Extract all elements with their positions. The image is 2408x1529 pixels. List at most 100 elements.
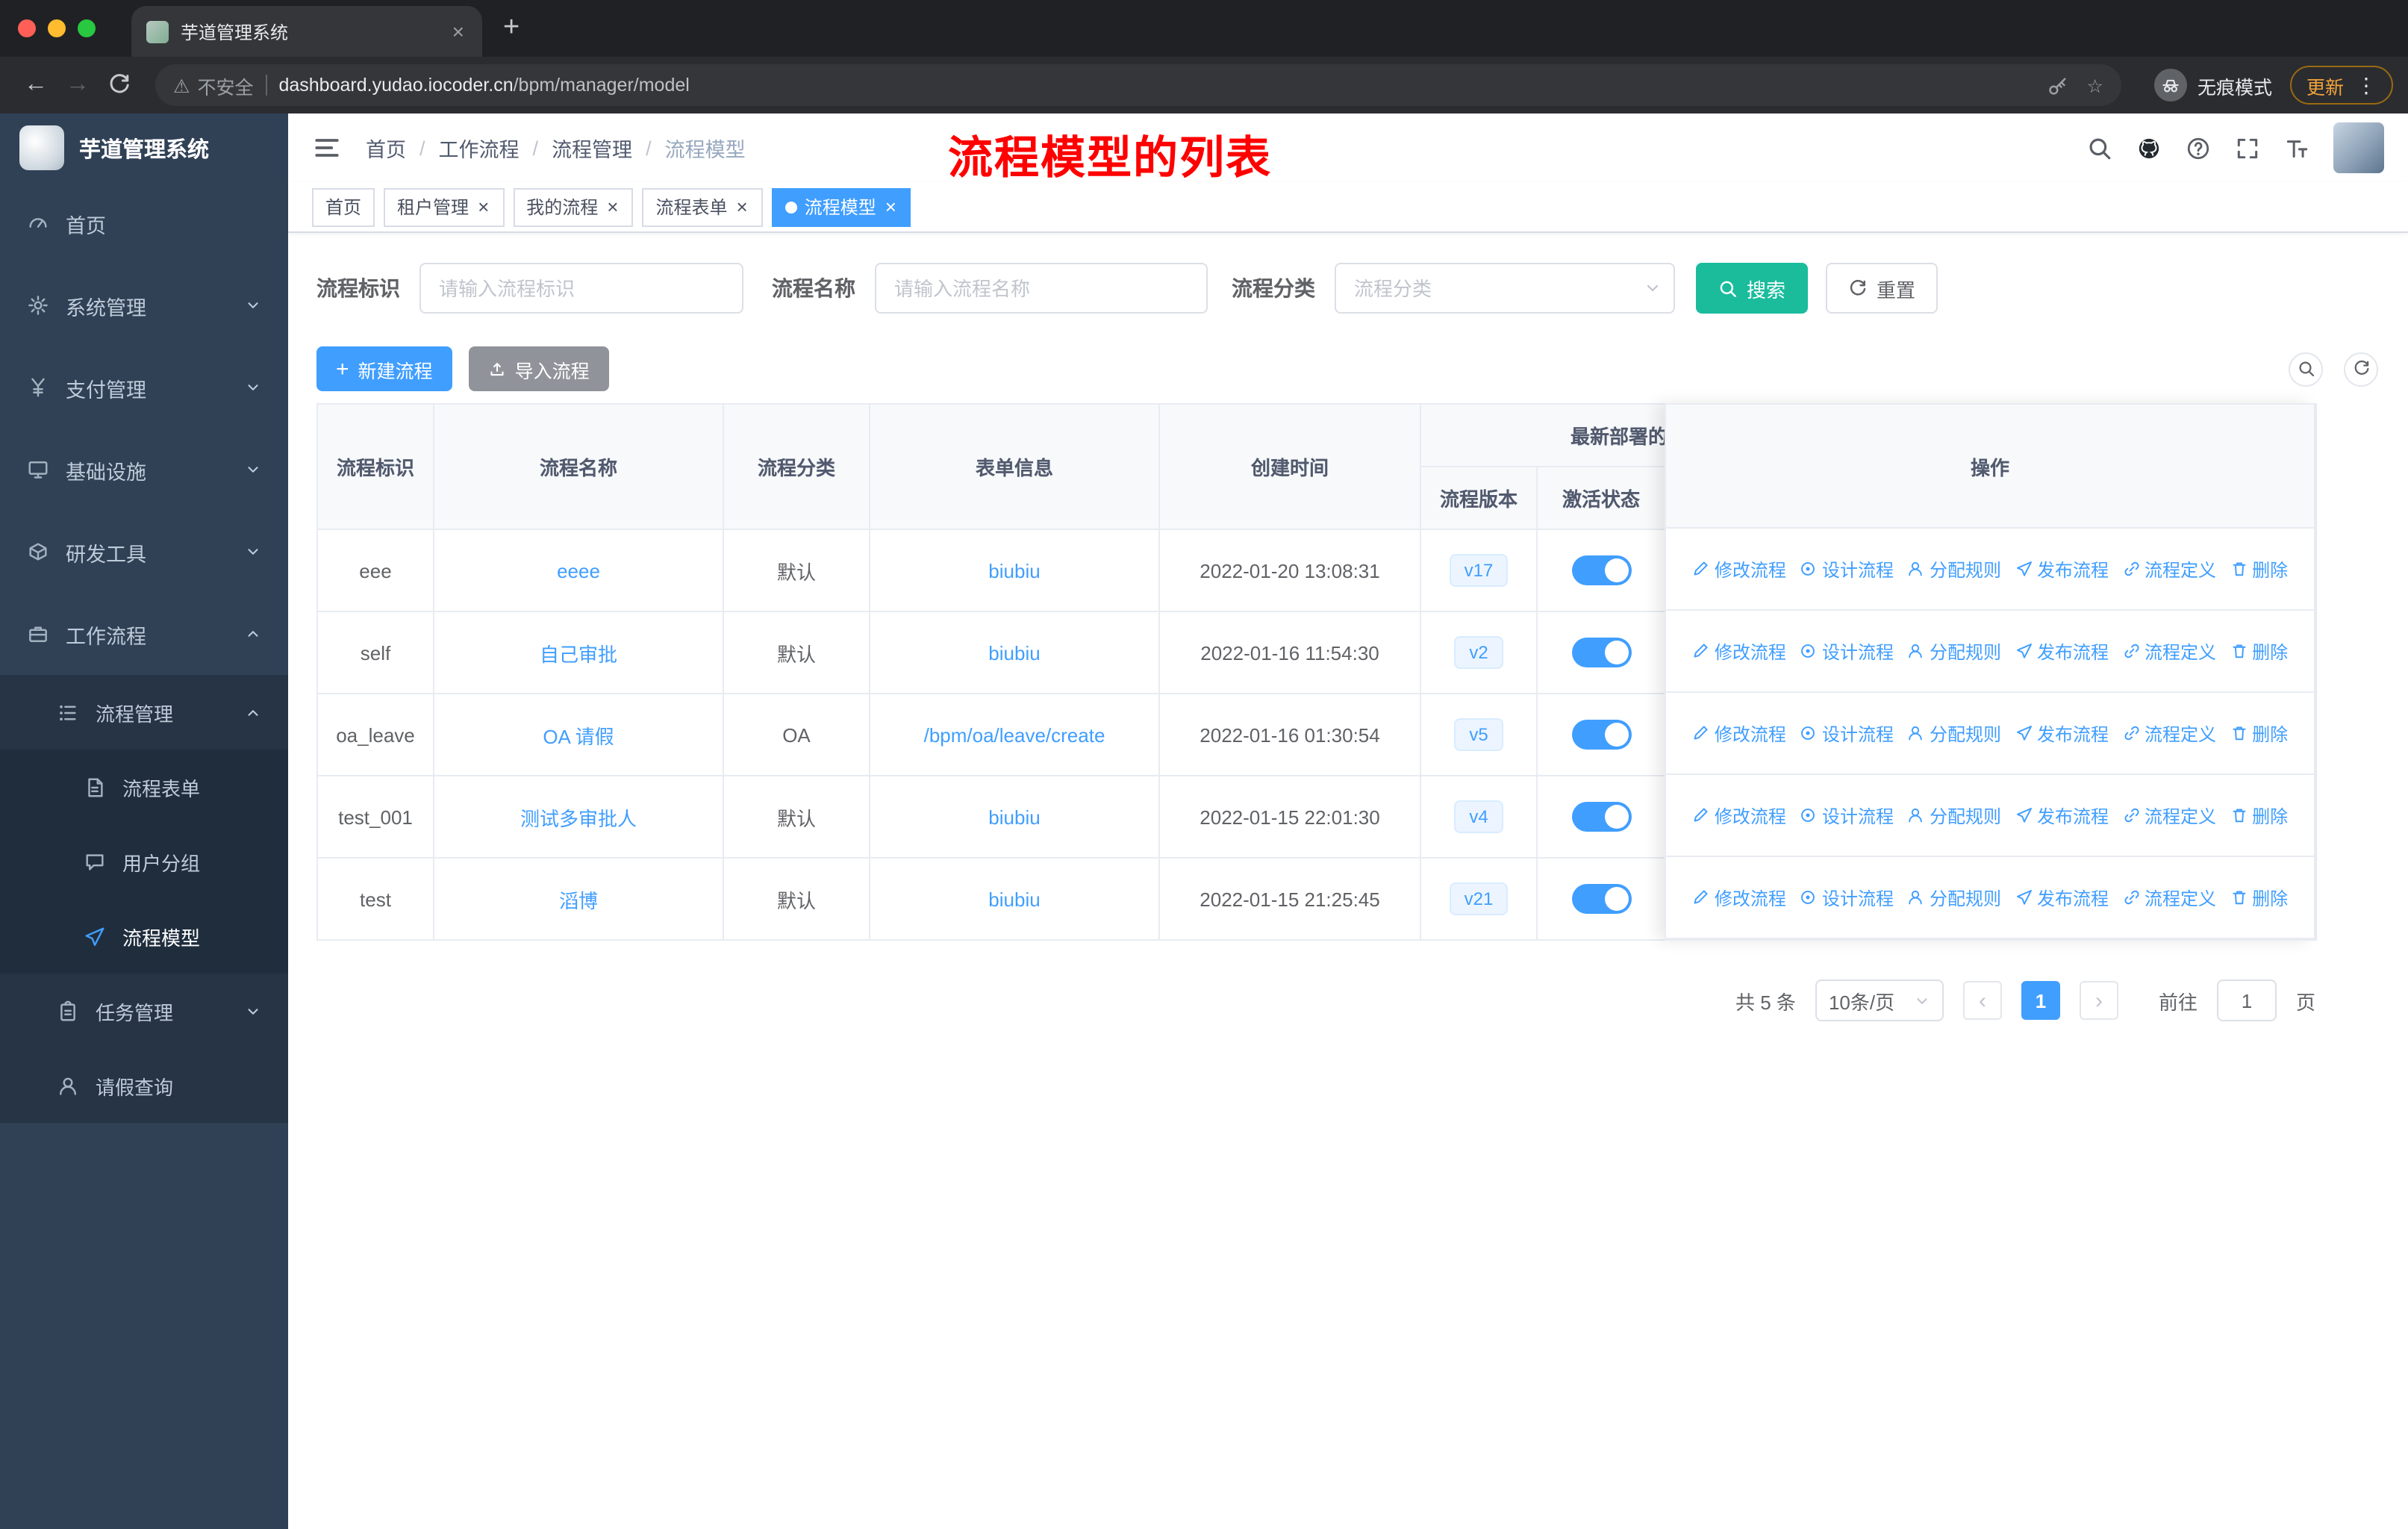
breadcrumb-item[interactable]: 首页 <box>366 133 406 163</box>
sidebar-item-home[interactable]: 首页 <box>0 182 288 264</box>
sidebar-item-payment[interactable]: 支付管理 <box>0 346 288 429</box>
breadcrumb-item[interactable]: 工作流程 <box>439 133 520 163</box>
process-name-input[interactable] <box>875 263 1208 314</box>
sidebar-item-system[interactable]: 系统管理 <box>0 264 288 346</box>
delete-process-link[interactable]: 删除 <box>2230 885 2288 910</box>
category-select-input[interactable] <box>1335 263 1675 314</box>
design-process-link[interactable]: 设计流程 <box>1800 885 1894 910</box>
tag-tenant[interactable]: 租户管理 × <box>384 187 505 226</box>
process-definition-link[interactable]: 流程定义 <box>2122 720 2216 746</box>
form-link[interactable]: biubiu <box>988 806 1040 828</box>
delete-process-link[interactable]: 删除 <box>2230 638 2288 664</box>
breadcrumb-item[interactable]: 流程管理 <box>552 133 632 163</box>
process-definition-link[interactable]: 流程定义 <box>2122 885 2216 910</box>
sidebar-item-user-group[interactable]: 用户分组 <box>0 824 288 899</box>
back-button[interactable]: ← <box>15 64 57 106</box>
sidebar-item-process-form[interactable]: 流程表单 <box>0 750 288 824</box>
search-button[interactable]: 搜索 <box>1696 263 1809 314</box>
edit-process-link[interactable]: 修改流程 <box>1692 720 1786 746</box>
design-process-link[interactable]: 设计流程 <box>1800 638 1894 664</box>
sidebar-item-process-manage[interactable]: 流程管理 <box>0 675 288 750</box>
sidebar-item-task-manage[interactable]: 任务管理 <box>0 974 288 1048</box>
delete-process-link[interactable]: 删除 <box>2230 803 2288 828</box>
goto-page-input[interactable] <box>2216 980 2277 1021</box>
assign-rule-link[interactable]: 分配规则 <box>1907 803 2001 828</box>
edit-process-link[interactable]: 修改流程 <box>1692 885 1786 910</box>
reload-button[interactable] <box>99 64 140 106</box>
form-link[interactable]: biubiu <box>988 888 1040 910</box>
new-tab-button[interactable]: + <box>503 12 520 45</box>
help-icon[interactable] <box>2186 135 2211 161</box>
assign-rule-link[interactable]: 分配规则 <box>1907 885 2001 910</box>
minimize-window-button[interactable] <box>48 19 66 37</box>
close-icon[interactable]: × <box>735 197 749 217</box>
publish-process-link[interactable]: 发布流程 <box>2015 638 2109 664</box>
publish-process-link[interactable]: 发布流程 <box>2015 885 2109 910</box>
design-process-link[interactable]: 设计流程 <box>1800 556 1894 582</box>
close-icon[interactable]: × <box>605 197 620 217</box>
close-window-button[interactable] <box>18 19 36 37</box>
edit-process-link[interactable]: 修改流程 <box>1692 638 1786 664</box>
sidebar-item-process-model[interactable]: 流程模型 <box>0 899 288 974</box>
browser-menu-icon[interactable]: ⋮ <box>2356 72 2377 98</box>
process-name-link[interactable]: 滔博 <box>559 889 598 912</box>
tag-home[interactable]: 首页 <box>312 187 375 226</box>
design-process-link[interactable]: 设计流程 <box>1800 720 1894 746</box>
address-bar[interactable]: ⚠ 不安全 dashboard.yudao.iocoder.cn/bpm/man… <box>155 64 2121 106</box>
page-number-current[interactable]: 1 <box>2021 981 2060 1020</box>
delete-process-link[interactable]: 删除 <box>2230 556 2288 582</box>
sidebar-item-infrastructure[interactable]: 基础设施 <box>0 429 288 511</box>
bookmark-star-icon[interactable]: ☆ <box>2087 74 2103 96</box>
key-icon[interactable] <box>2047 74 2069 96</box>
browser-update-button[interactable]: 更新 ⋮ <box>2289 66 2393 105</box>
process-name-link[interactable]: 自己审批 <box>540 643 617 665</box>
import-process-button[interactable]: 导入流程 <box>468 346 609 391</box>
toggle-search-button[interactable] <box>2289 352 2323 386</box>
active-toggle[interactable] <box>1571 802 1631 832</box>
font-size-icon[interactable] <box>2284 135 2309 161</box>
zoom-window-button[interactable] <box>78 19 96 37</box>
category-select[interactable] <box>1335 263 1675 314</box>
process-name-link[interactable]: eeee <box>557 559 600 582</box>
tag-process-form[interactable]: 流程表单 × <box>642 187 763 226</box>
publish-process-link[interactable]: 发布流程 <box>2015 803 2109 828</box>
tag-process-model[interactable]: 流程模型 × <box>771 187 911 226</box>
assign-rule-link[interactable]: 分配规则 <box>1907 720 2001 746</box>
browser-tab[interactable]: 芋道管理系统 × <box>131 6 482 57</box>
sidebar-item-leave-query[interactable]: 请假查询 <box>0 1048 288 1123</box>
tag-my-process[interactable]: 我的流程 × <box>513 187 634 226</box>
next-page-button[interactable]: › <box>2079 981 2118 1020</box>
process-definition-link[interactable]: 流程定义 <box>2122 556 2216 582</box>
prev-page-button[interactable]: ‹ <box>1962 981 2002 1020</box>
form-link[interactable]: /bpm/oa/leave/create <box>924 723 1105 746</box>
form-link[interactable]: biubiu <box>988 559 1040 582</box>
assign-rule-link[interactable]: 分配规则 <box>1907 556 2001 582</box>
assign-rule-link[interactable]: 分配规则 <box>1907 638 2001 664</box>
forward-button[interactable]: → <box>57 64 99 106</box>
tab-close-icon[interactable]: × <box>449 19 467 43</box>
close-icon[interactable]: × <box>884 197 898 217</box>
close-icon[interactable]: × <box>476 197 490 217</box>
search-icon[interactable] <box>2087 135 2112 161</box>
create-process-button[interactable]: + 新建流程 <box>316 346 452 391</box>
reset-button[interactable]: 重置 <box>1826 263 1938 314</box>
collapse-sidebar-icon[interactable] <box>312 133 342 163</box>
delete-process-link[interactable]: 删除 <box>2230 720 2288 746</box>
process-definition-link[interactable]: 流程定义 <box>2122 803 2216 828</box>
publish-process-link[interactable]: 发布流程 <box>2015 720 2109 746</box>
active-toggle[interactable] <box>1571 555 1631 585</box>
process-name-link[interactable]: 测试多审批人 <box>520 807 637 829</box>
design-process-link[interactable]: 设计流程 <box>1800 803 1894 828</box>
publish-process-link[interactable]: 发布流程 <box>2015 556 2109 582</box>
edit-process-link[interactable]: 修改流程 <box>1692 556 1786 582</box>
github-icon[interactable] <box>2136 135 2162 161</box>
security-status[interactable]: ⚠ 不安全 <box>173 71 253 99</box>
form-link[interactable]: biubiu <box>988 641 1040 664</box>
process-key-input[interactable] <box>419 263 743 314</box>
page-size-select[interactable]: 10条/页 <box>1815 980 1944 1021</box>
refresh-table-button[interactable] <box>2344 352 2378 386</box>
active-toggle[interactable] <box>1571 638 1631 667</box>
sidebar-item-devtools[interactable]: 研发工具 <box>0 511 288 593</box>
avatar[interactable] <box>2333 122 2384 173</box>
sidebar-item-workflow[interactable]: 工作流程 <box>0 593 288 675</box>
